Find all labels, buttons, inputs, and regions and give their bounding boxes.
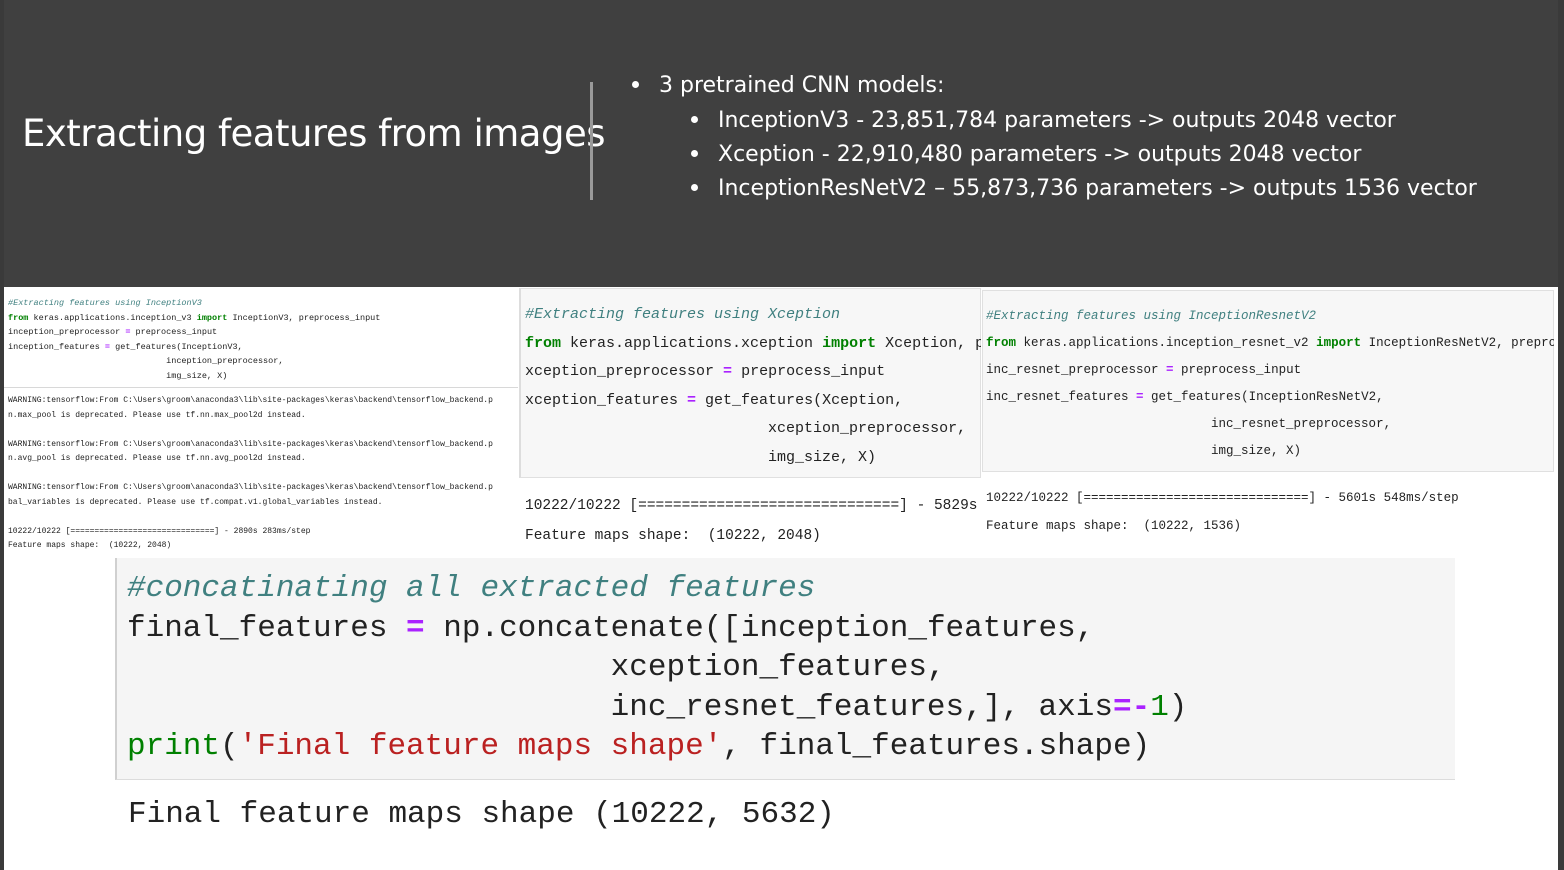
inceptionresnetv2-code-screenshot: #Extracting features using InceptionResn… — [982, 288, 1554, 560]
concatenate-code: #concatinating all extracted features fi… — [127, 569, 1187, 767]
concatenate-output: Final feature maps shape (10222, 5632) — [128, 797, 835, 832]
keyword-from: from — [986, 336, 1017, 350]
code-equals: = — [723, 363, 733, 380]
code-comment: #Extracting features using InceptionResn… — [986, 309, 1317, 323]
code-module: keras.applications.xception — [561, 334, 823, 352]
code-lhs: inception_preprocessor — [8, 327, 126, 337]
code-equals: = — [687, 391, 697, 409]
code-line: img_size, X) — [8, 370, 228, 381]
bullet-text: InceptionResNetV2 – 55,873,736 parameter… — [718, 176, 1477, 201]
bullet-inceptionv3: InceptionV3 - 23,851,784 parameters -> o… — [691, 108, 1396, 133]
output-line: n.avg_pool is deprecated. Please use tf.… — [8, 454, 306, 463]
code-lhs: inc_resnet_features — [986, 390, 1137, 404]
output-separator — [4, 387, 518, 388]
code-builtin-print: print — [127, 729, 221, 764]
code-paren: ) — [1168, 689, 1188, 725]
bullet-text: Xception - 22,910,480 parameters -> outp… — [718, 142, 1362, 167]
code-line: img_size, X) — [986, 444, 1302, 458]
code-imports: Xception, prepr — [885, 334, 981, 352]
code-string: 'Final feature maps shape' — [238, 729, 723, 764]
code-lhs: final_features — [127, 610, 407, 646]
slide-right-edge — [1558, 0, 1564, 870]
code-number: 1 — [1150, 689, 1169, 725]
code-rhs: get_features(Xception, — [696, 391, 904, 409]
keyword-from: from — [8, 312, 29, 323]
xception-output: 10222/10222 [===========================… — [525, 491, 981, 551]
bullet-dot-icon — [691, 149, 698, 157]
concatenate-code-cell: #concatinating all extracted features fi… — [115, 558, 1455, 780]
bullet-dot-icon — [691, 115, 698, 123]
inceptionresnetv2-code: #Extracting features using InceptionResn… — [986, 303, 1554, 465]
code-line: inc_resnet_features,], axis — [127, 689, 1113, 725]
code-line: img_size, X) — [525, 448, 877, 466]
output-shape: Feature maps shape: (10222, 1536) — [986, 519, 1242, 533]
code-equals: = — [1136, 390, 1144, 404]
code-rhs: np.concatenate([inception_features, — [424, 610, 1095, 646]
code-comment: #Extracting features using InceptionV3 — [8, 298, 202, 308]
code-line: xception_features, — [127, 650, 946, 685]
keyword-import: import — [1316, 336, 1362, 350]
code-imports: InceptionV3, preprocess_input — [227, 312, 381, 323]
inceptionv3-code-screenshot: #Extracting features using InceptionV3 f… — [4, 288, 518, 560]
bullet-text: InceptionV3 - 23,851,784 parameters -> o… — [718, 108, 1396, 133]
code-line: xception_preprocessor, — [525, 420, 967, 437]
output-line: Feature maps shape: (10222, 2048) — [8, 541, 172, 550]
output-line: 10222/10222 [===========================… — [8, 526, 311, 536]
output-shape: Feature maps shape: (10222, 2048) — [525, 528, 821, 544]
output-progress: 10222/10222 [===========================… — [986, 491, 1459, 505]
output-line: WARNING:tensorflow:From C:\Users\groom\a… — [8, 483, 493, 492]
code-rhs: preprocess_input — [732, 363, 886, 380]
code-module: keras.applications.inception_resnet_v2 — [1016, 336, 1317, 350]
code-module: keras.applications.inception_v3 — [28, 312, 197, 323]
bullet-dot-icon — [632, 80, 639, 88]
keyword-import: import — [822, 334, 877, 352]
code-lhs: xception_preprocessor — [525, 363, 724, 380]
output-line: n.max_pool is deprecated. Please use tf.… — [8, 410, 306, 420]
bullet-xception: Xception - 22,910,480 parameters -> outp… — [691, 142, 1361, 167]
code-lhs: inception_features — [8, 341, 105, 352]
code-args: , final_features.shape) — [722, 729, 1151, 764]
xception-code-screenshot: #Extracting features using Xception from… — [519, 288, 981, 560]
bullet-inceptionresnetv2: InceptionResNetV2 – 55,873,736 parameter… — [691, 176, 1477, 201]
keyword-from: from — [525, 334, 562, 352]
inceptionv3-code: #Extracting features using InceptionV3 f… — [8, 296, 380, 383]
code-comment: #concatinating all extracted features — [127, 571, 816, 606]
code-rhs: preprocess_input — [1173, 363, 1302, 377]
title-divider — [590, 82, 593, 200]
code-rhs: get_features(InceptionResNetV2, — [1143, 390, 1384, 404]
code-rhs: preprocess_input — [130, 327, 218, 337]
code-lhs: xception_features — [525, 391, 688, 409]
code-line: inc_resnet_preprocessor, — [986, 417, 1392, 431]
code-rhs: get_features(InceptionV3, — [110, 341, 243, 352]
output-progress: 10222/10222 [===========================… — [525, 498, 981, 514]
code-imports: InceptionResNetV2, preprocess_input — [1368, 336, 1554, 350]
output-line: WARNING:tensorflow:From C:\Users\groom\a… — [8, 439, 493, 449]
code-paren: ( — [220, 729, 239, 764]
xception-code: #Extracting features using Xception from… — [525, 301, 981, 472]
keyword-import: import — [196, 312, 228, 323]
output-line: WARNING:tensorflow:From C:\Users\groom\a… — [8, 396, 493, 405]
bullet-text: 3 pretrained CNN models: — [659, 73, 945, 98]
inceptionresnetv2-output: 10222/10222 [===========================… — [986, 484, 1459, 540]
code-equals: = — [406, 610, 425, 646]
code-equals: = — [1166, 363, 1174, 377]
inceptionv3-output: WARNING:tensorflow:From C:\Users\groom\a… — [8, 394, 493, 554]
bullet-dot-icon — [691, 183, 698, 191]
code-lhs: inc_resnet_preprocessor — [986, 363, 1167, 377]
bullet-models: 3 pretrained CNN models: — [632, 73, 944, 98]
output-line: bal_variables is deprecated. Please use … — [8, 497, 383, 507]
code-operator: =- — [1112, 689, 1151, 725]
code-comment: #Extracting features using Xception — [525, 306, 841, 323]
code-line: inception_preprocessor, — [8, 356, 284, 366]
slide-title: Extracting features from images — [22, 112, 606, 155]
